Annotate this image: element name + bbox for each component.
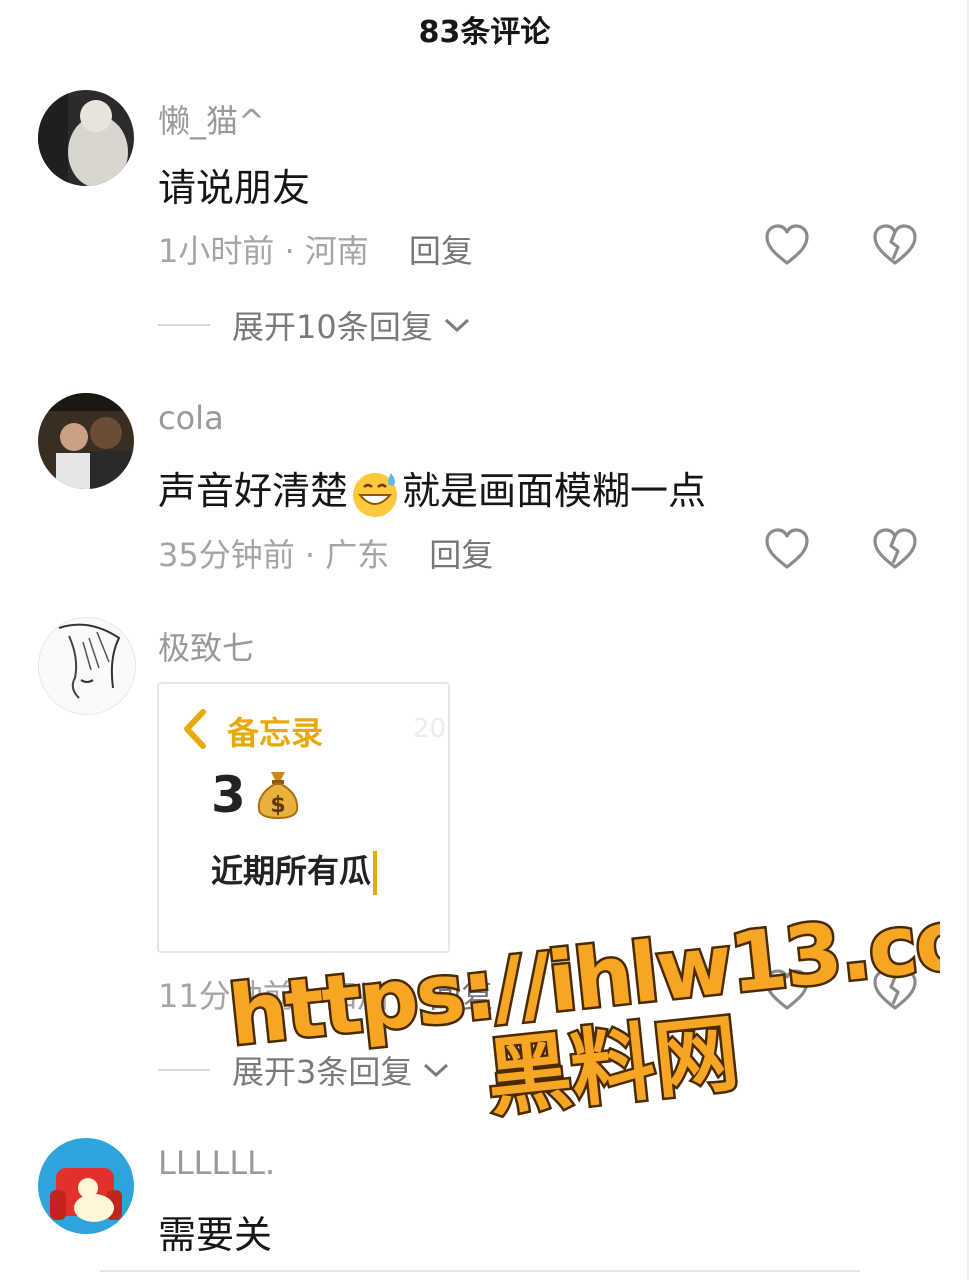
memo-number: 3 — [211, 766, 246, 824]
broken-heart-icon[interactable] — [872, 967, 918, 1013]
reply-button[interactable]: 回复 — [429, 977, 493, 1015]
money-bag-emoji: $ — [257, 772, 299, 820]
comment-text-part: 就是画面模糊一点 — [402, 469, 707, 513]
avatar[interactable] — [38, 1138, 134, 1234]
chevron-down-icon — [444, 318, 469, 333]
heart-icon[interactable] — [764, 967, 810, 1013]
back-chevron-icon — [184, 709, 206, 749]
expand-replies-label: 展开10条回复 — [232, 308, 433, 346]
reply-button[interactable]: 回复 — [429, 536, 493, 574]
next-comment-cutoff — [100, 1270, 860, 1278]
memo-title: 备忘录 — [227, 714, 324, 752]
comment-text-part: 声音好清楚 — [158, 469, 349, 513]
comment-count-title: 83条评论 — [418, 15, 551, 50]
comment-meta: 1小时前 · 河南 回复 — [158, 226, 473, 272]
chevron-down-icon — [424, 1063, 449, 1078]
avatar[interactable] — [38, 90, 134, 186]
heart-icon[interactable] — [764, 526, 810, 572]
comment-meta: 11分钟前 · 四川 回复 — [158, 971, 493, 1017]
memo-faded-text: 20 — [413, 714, 447, 744]
watermark-site-name: 黑料网 — [482, 1004, 743, 1118]
username[interactable]: 懒_猫^ — [158, 96, 265, 142]
expand-replies-button[interactable]: 展开3条回复 — [158, 1047, 450, 1093]
username[interactable]: LLLLLL. — [158, 1144, 275, 1182]
svg-text:$: $ — [270, 793, 285, 818]
memo-text-value: 近期所有瓜 — [211, 852, 372, 890]
comments-header: 83条评论 — [0, 0, 969, 70]
username[interactable]: cola — [158, 399, 224, 437]
memo-text: 近期所有瓜 — [211, 846, 378, 895]
comment-meta: 35分钟前 · 广东 回复 — [158, 530, 493, 576]
comment-text: 声音好清楚 就是画面模糊一点 — [158, 460, 706, 519]
time-location: 35分钟前 · 广东 — [158, 536, 390, 574]
avatar[interactable] — [38, 393, 134, 489]
broken-heart-icon[interactable] — [872, 222, 918, 268]
avatar[interactable] — [38, 617, 136, 715]
text-cursor — [373, 851, 378, 895]
heart-icon[interactable] — [764, 222, 810, 268]
time-location: 1小时前 · 河南 — [158, 232, 369, 270]
broken-heart-icon[interactable] — [872, 526, 918, 572]
divider-line — [158, 1069, 210, 1071]
expand-replies-label: 展开3条回复 — [232, 1053, 413, 1091]
divider-line — [158, 324, 210, 326]
reply-button[interactable]: 回复 — [409, 232, 473, 270]
grinning-sweat-emoji — [353, 472, 398, 517]
time-location: 11分钟前 · 四川 — [158, 977, 390, 1015]
username[interactable]: 极致七 — [158, 623, 254, 669]
comment-text: 需要关 — [158, 1213, 273, 1257]
expand-replies-button[interactable]: 展开10条回复 — [158, 302, 471, 348]
comment-image[interactable]: 备忘录 20 3 $ 近期所有瓜 — [157, 682, 450, 953]
comment-text: 请说朋友 — [158, 166, 311, 210]
